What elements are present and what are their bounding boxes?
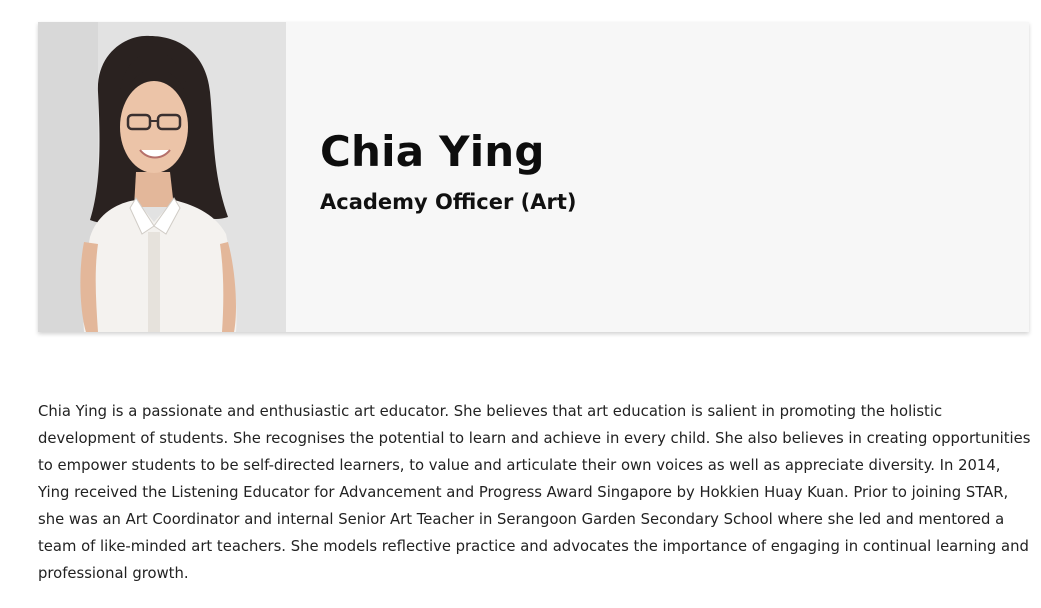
- profile-role: Academy Officer (Art): [320, 190, 577, 214]
- profile-photo: [38, 22, 286, 332]
- profile-card: Chia Ying Academy Officer (Art): [38, 22, 1029, 332]
- profile-info: Chia Ying Academy Officer (Art): [286, 22, 577, 332]
- profile-bio: Chia Ying is a passionate and enthusiast…: [38, 403, 1031, 582]
- profile-name: Chia Ying: [320, 127, 545, 176]
